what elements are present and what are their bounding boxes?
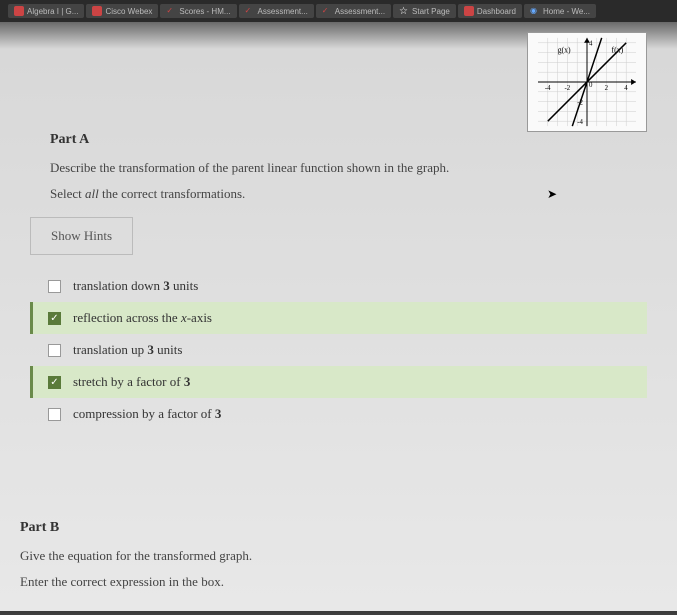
browser-tab-bar: Algebra I | G... Cisco Webex ✓Scores - H… (0, 0, 677, 22)
check-icon: ✓ (322, 6, 332, 16)
tab-dashboard[interactable]: Dashboard (458, 4, 522, 18)
mouse-cursor-icon: ➤ (547, 187, 557, 202)
checkbox-checked-icon[interactable]: ✓ (48, 376, 61, 389)
svg-text:0: 0 (589, 82, 593, 89)
tab-scores[interactable]: ✓Scores - HM... (160, 4, 236, 18)
tab-start[interactable]: ☆Start Page (393, 4, 456, 18)
main-content: g(x) f(x) 4 -4 -2 0 2 4 -2 -4 ➤ Part A D… (0, 22, 677, 615)
option-translation-down[interactable]: translation down 3 units (30, 270, 647, 302)
options-list: translation down 3 units ✓ reflection ac… (30, 270, 647, 430)
checkbox-icon[interactable] (48, 280, 61, 293)
check-icon: ✓ (245, 6, 255, 16)
part-b-instruction: Enter the correct expression in the box. (20, 574, 647, 590)
svg-text:-4: -4 (545, 85, 551, 92)
svg-text:4: 4 (624, 85, 628, 92)
tab-assessment-1[interactable]: ✓Assessment... (239, 4, 314, 18)
part-a-question: Describe the transformation of the paren… (50, 160, 647, 176)
fx-label: f(x) (612, 46, 624, 55)
tab-algebra[interactable]: Algebra I | G... (8, 4, 84, 18)
svg-text:-2: -2 (577, 100, 583, 107)
part-b-question: Give the equation for the transformed gr… (20, 548, 647, 564)
part-a-instruction: Select all the correct transformations. (50, 186, 647, 202)
gx-label: g(x) (558, 46, 571, 55)
part-b-title: Part B (20, 520, 647, 536)
graph-svg: g(x) f(x) 4 -4 -2 0 2 4 -2 -4 (528, 33, 646, 131)
checkbox-checked-icon[interactable]: ✓ (48, 312, 61, 325)
option-compression[interactable]: compression by a factor of 3 (30, 398, 647, 430)
option-reflection-x[interactable]: ✓ reflection across the x-axis (30, 302, 647, 334)
tab-icon (92, 6, 102, 16)
option-translation-up[interactable]: translation up 3 units (30, 334, 647, 366)
svg-text:-2: -2 (564, 85, 570, 92)
checkbox-icon[interactable] (48, 408, 61, 421)
checkbox-icon[interactable] (48, 344, 61, 357)
show-hints-button[interactable]: Show Hints (30, 217, 133, 255)
star-icon: ☆ (399, 6, 409, 16)
tab-home[interactable]: ◉Home - We... (524, 4, 596, 18)
tab-icon (464, 6, 474, 16)
check-icon: ✓ (166, 6, 176, 16)
svg-text:4: 4 (589, 41, 593, 48)
function-graph: g(x) f(x) 4 -4 -2 0 2 4 -2 -4 (527, 32, 647, 132)
svg-text:-4: -4 (577, 119, 583, 126)
globe-icon: ◉ (530, 6, 540, 16)
tab-webex[interactable]: Cisco Webex (86, 4, 158, 18)
part-b-section: Part B Give the equation for the transfo… (0, 500, 677, 615)
svg-text:2: 2 (605, 85, 609, 92)
tab-assessment-2[interactable]: ✓Assessment... (316, 4, 391, 18)
tab-icon (14, 6, 24, 16)
part-a-title: Part A (50, 132, 647, 148)
option-stretch[interactable]: ✓ stretch by a factor of 3 (30, 366, 647, 398)
